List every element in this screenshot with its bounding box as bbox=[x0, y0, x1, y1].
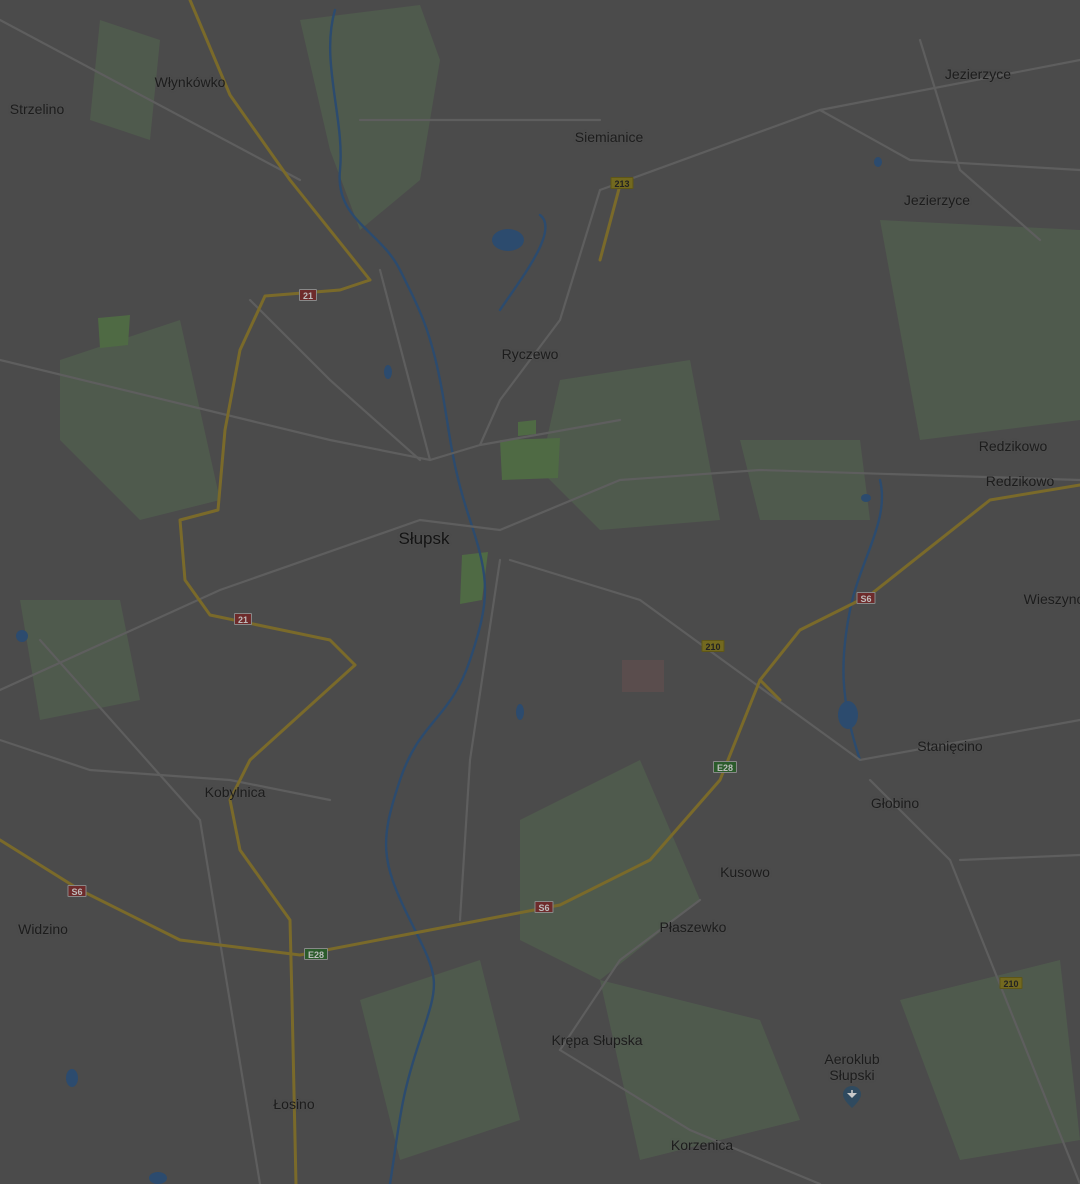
place-label-losino[interactable]: Łosino bbox=[273, 1096, 314, 1112]
road-shield-s6: S6 bbox=[534, 901, 554, 913]
place-label-kusowo[interactable]: Kusowo bbox=[720, 864, 770, 880]
place-label-wieszyno[interactable]: Wieszyno bbox=[1024, 591, 1080, 607]
map-base-layer bbox=[0, 0, 1080, 1184]
road-shield-s6: S6 bbox=[67, 885, 87, 897]
place-label-krepa-slupska[interactable]: Krępa Słupska bbox=[551, 1032, 642, 1048]
place-label-korzenica[interactable]: Korzenica bbox=[671, 1137, 733, 1153]
place-label-wlynkowko[interactable]: Włynkówko bbox=[155, 74, 226, 90]
road-shield-e28: E28 bbox=[303, 948, 329, 960]
road-shield-s6: S6 bbox=[856, 592, 876, 604]
road-shield-210: 210 bbox=[999, 977, 1023, 989]
place-label-jezierzyce[interactable]: Jezierzyce bbox=[945, 66, 1011, 82]
road-shield-e28: E28 bbox=[712, 761, 738, 773]
place-label-widzino[interactable]: Widzino bbox=[18, 921, 68, 937]
place-label-kobylnica[interactable]: Kobylnica bbox=[205, 784, 266, 800]
place-label-redzikowo[interactable]: Redzikowo bbox=[986, 473, 1054, 489]
place-label-globino[interactable]: Głobino bbox=[871, 795, 919, 811]
road-shield-213: 213 bbox=[610, 177, 634, 189]
road-shield-21: 21 bbox=[233, 613, 253, 625]
park-areas bbox=[20, 5, 1080, 1160]
airfield-pin-icon[interactable] bbox=[842, 1085, 862, 1109]
place-label-slupsk[interactable]: Słupsk bbox=[398, 530, 449, 547]
place-label-plaszewko[interactable]: Płaszewko bbox=[660, 919, 727, 935]
place-label-strzelino[interactable]: Strzelino bbox=[10, 101, 64, 117]
road-shield-210: 210 bbox=[701, 640, 725, 652]
map-view[interactable]: 213 21 21 210 210 S6 S6 S6 E28 E28 Słups… bbox=[0, 0, 1080, 1184]
place-label-siemianice[interactable]: Siemianice bbox=[575, 129, 643, 145]
place-label-ryczewo[interactable]: Ryczewo bbox=[502, 346, 559, 362]
place-label-staniecino[interactable]: Stanięcino bbox=[917, 738, 982, 754]
road-shield-21: 21 bbox=[298, 289, 318, 301]
place-label-jezierzyce[interactable]: Jezierzyce bbox=[904, 192, 970, 208]
place-label-redzikowo[interactable]: Redzikowo bbox=[979, 438, 1047, 454]
poi-label-aeroklub-slupski[interactable]: Aeroklub Słupski bbox=[824, 1051, 879, 1083]
industrial-area bbox=[622, 660, 664, 692]
